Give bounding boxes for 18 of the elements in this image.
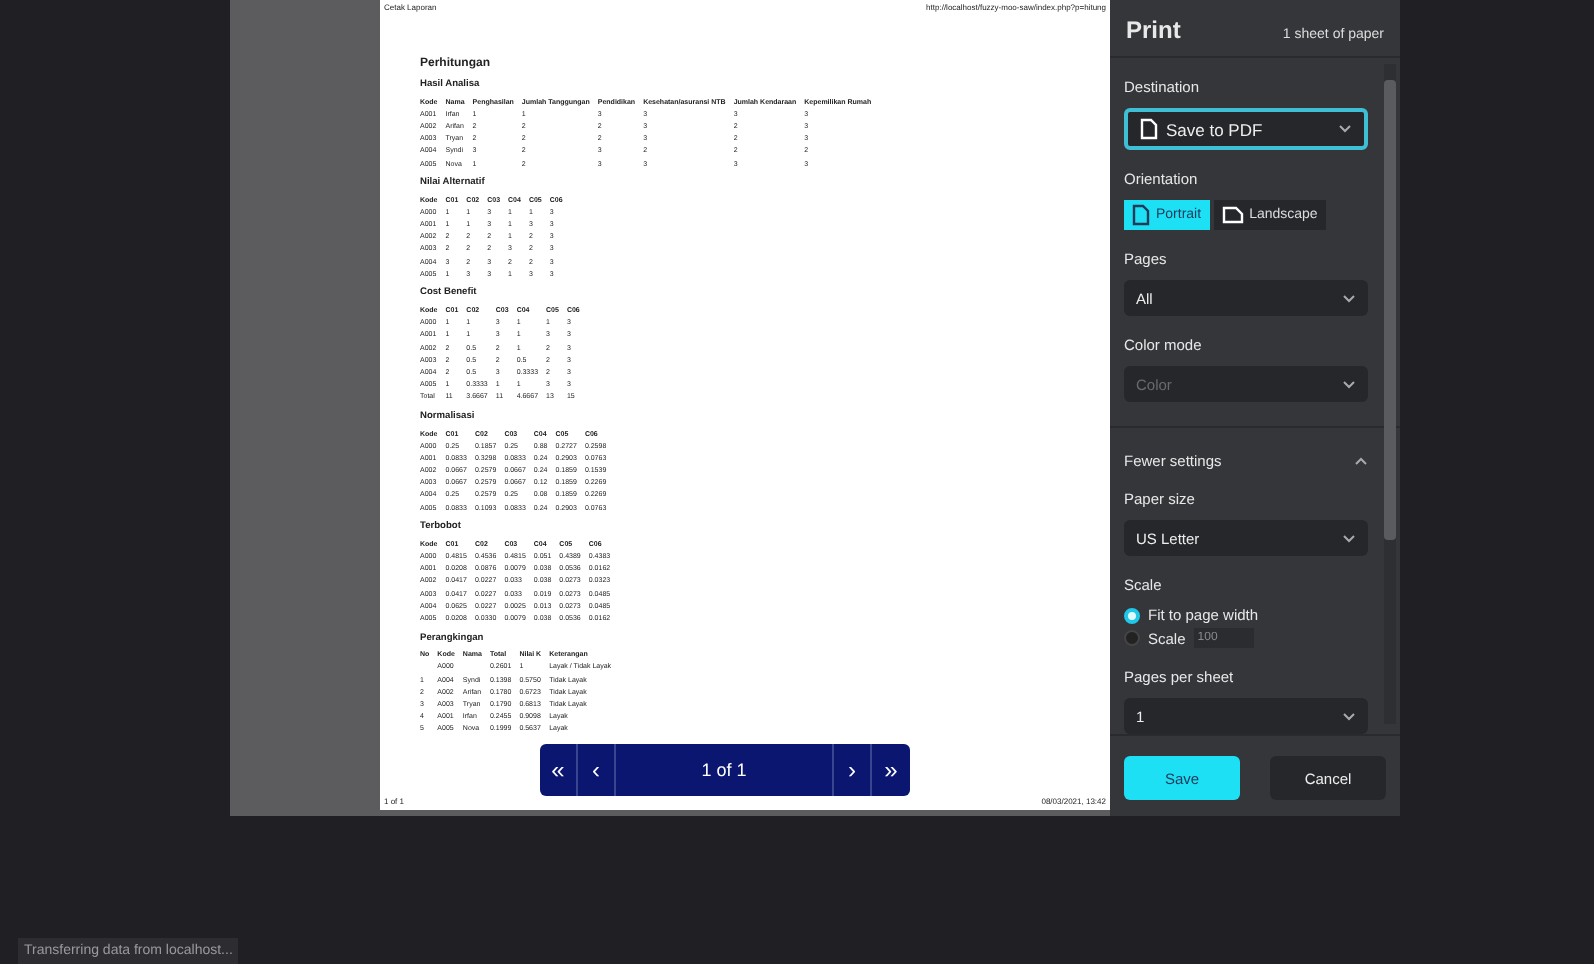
scrollbar[interactable]: [1384, 64, 1396, 724]
radio-button[interactable]: [1124, 607, 1140, 623]
page-icon: [1140, 118, 1158, 140]
page-icon: [1132, 204, 1150, 226]
chevron-down-icon: [1342, 711, 1356, 721]
chevron-down-icon: [1338, 124, 1352, 134]
next-page-button[interactable]: ›: [834, 744, 872, 796]
chevron-down-icon: [1342, 379, 1356, 389]
dropdown[interactable]: Save to PDF: [1124, 108, 1368, 150]
dialog-title: Print: [1126, 16, 1181, 44]
first-page-button[interactable]: «: [540, 744, 578, 796]
chevron-down-icon: [1342, 293, 1356, 303]
page-indicator[interactable]: 1 of 1: [616, 744, 834, 796]
landscape-page-icon: [1221, 206, 1244, 224]
previous-page-button[interactable]: ‹: [578, 744, 616, 796]
chevron-down-icon: [1342, 533, 1356, 543]
radio-button[interactable]: [1124, 630, 1140, 646]
last-page-button[interactable]: »: [872, 744, 910, 796]
